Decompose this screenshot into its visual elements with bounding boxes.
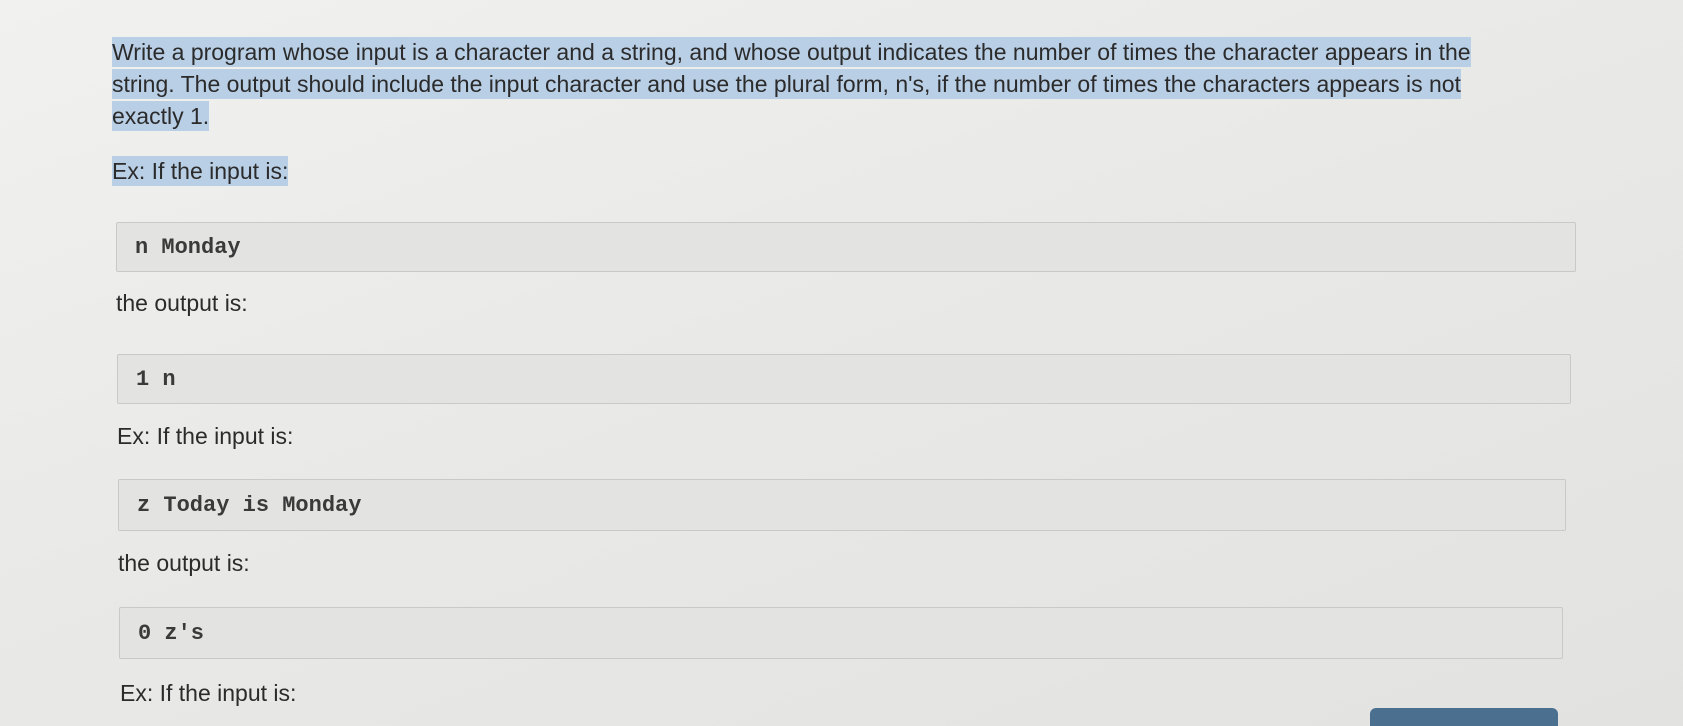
example-1-output-code: 1 n: [117, 354, 1571, 404]
example-3-input-label: Ex: If the input is:: [120, 680, 297, 706]
example-2-output-label: the output is:: [118, 550, 250, 576]
description-text: Write a program whose input is a charact…: [112, 37, 1471, 131]
example-2-output-code: 0 z's: [119, 607, 1563, 659]
example-2-input-code: z Today is Monday: [118, 479, 1566, 531]
description-paragraph: Write a program whose input is a charact…: [112, 36, 1532, 132]
example-2-input-label: Ex: If the input is:: [117, 423, 294, 449]
example-1-input-label: Ex: If the input is:: [112, 156, 289, 186]
example-1-output-label: the output is:: [116, 290, 248, 316]
example-1-input-code: n Monday: [116, 222, 1576, 272]
partial-button[interactable]: [1370, 708, 1558, 726]
